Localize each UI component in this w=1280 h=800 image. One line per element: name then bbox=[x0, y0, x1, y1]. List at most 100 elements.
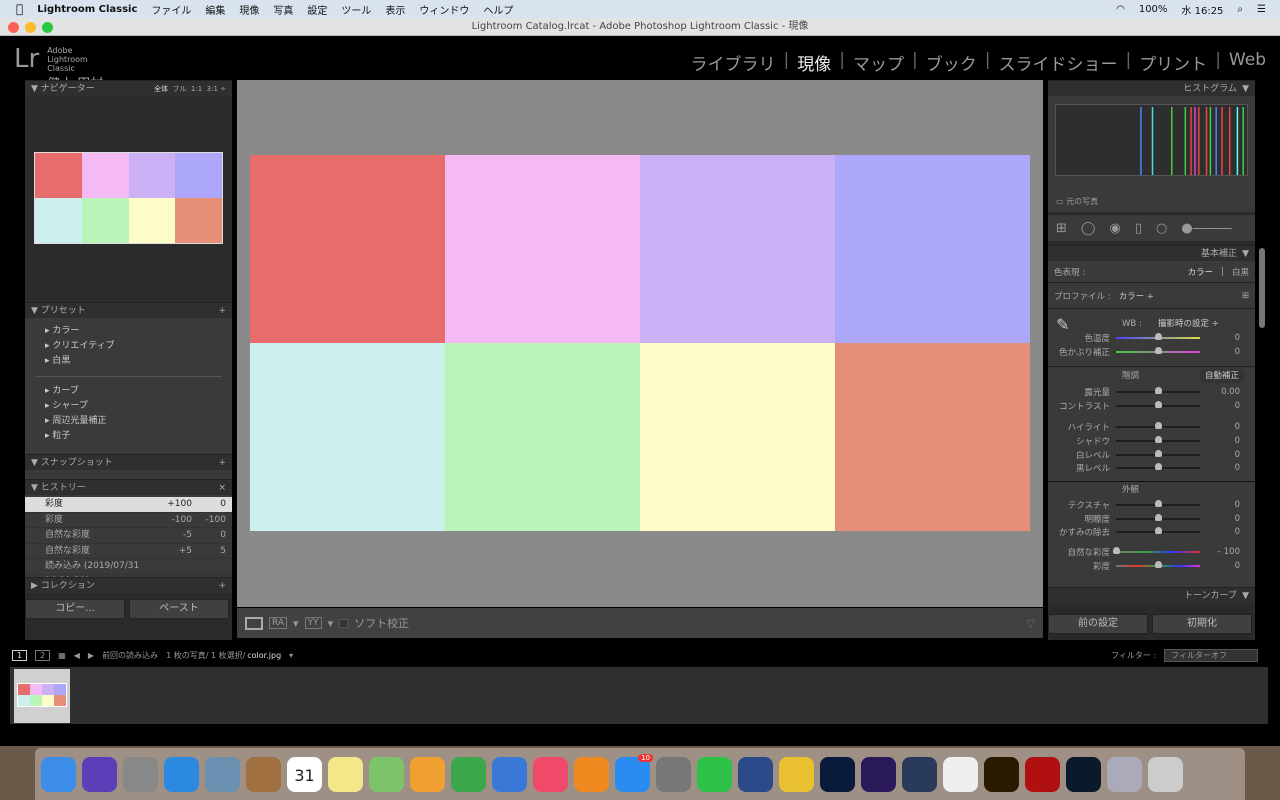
module-slideshow[interactable]: スライドショー bbox=[994, 50, 1121, 75]
image-capture-icon[interactable] bbox=[1107, 756, 1142, 792]
textedit-icon[interactable] bbox=[943, 756, 978, 792]
menu-window[interactable]: ウィンドウ bbox=[419, 2, 469, 17]
paste-button[interactable]: ペースト bbox=[129, 599, 229, 619]
slider-track[interactable] bbox=[1116, 527, 1200, 535]
battery-level[interactable]: 100% bbox=[1139, 4, 1168, 15]
slider-value[interactable]: 0 bbox=[1200, 500, 1240, 510]
slider-track[interactable] bbox=[1116, 400, 1200, 408]
before-after-tb-button[interactable]: YY bbox=[304, 617, 322, 629]
profile-browser-icon[interactable]: ⊞ bbox=[1242, 291, 1249, 301]
quicktime-icon[interactable] bbox=[738, 756, 773, 792]
slider-presence-2[interactable]: かすみの除去 0 bbox=[1048, 526, 1255, 540]
preview-icon[interactable] bbox=[205, 756, 240, 792]
slider-tone-1[interactable]: コントラスト 0 bbox=[1048, 399, 1255, 413]
menu-app[interactable]: Lightroom Classic bbox=[37, 4, 137, 15]
system-preferences-icon[interactable] bbox=[656, 756, 691, 792]
line-icon[interactable] bbox=[697, 756, 732, 792]
books-icon[interactable] bbox=[574, 756, 609, 792]
slider-handle[interactable] bbox=[1155, 513, 1162, 521]
slider-presence-0[interactable]: テクスチャ 0 bbox=[1048, 498, 1255, 512]
menu-settings[interactable]: 設定 bbox=[307, 2, 327, 17]
slider-color-0[interactable]: 自然な彩度 – 100 bbox=[1048, 545, 1255, 559]
pages-icon[interactable] bbox=[410, 756, 445, 792]
notes-icon[interactable] bbox=[328, 756, 363, 792]
slider-wb-1[interactable]: 色かぶり補正 0 bbox=[1048, 345, 1255, 359]
module-library[interactable]: ライブラリ bbox=[687, 50, 780, 75]
spot-removal-icon[interactable]: ◯ bbox=[1081, 221, 1096, 236]
photoshop-icon[interactable] bbox=[820, 756, 855, 792]
preset-group[interactable]: ▸ クリエイティブ bbox=[25, 339, 232, 354]
slider-handle[interactable] bbox=[1155, 346, 1162, 354]
history-step[interactable]: 自然な彩度 +5 5 bbox=[25, 544, 232, 559]
add-snapshot-icon[interactable]: + bbox=[218, 455, 226, 471]
chrome-icon[interactable] bbox=[779, 756, 814, 792]
collections-header[interactable]: ▶ コレクション + bbox=[25, 577, 232, 593]
slider-value[interactable]: – 100 bbox=[1200, 547, 1240, 557]
preset-group[interactable]: ▸ シャープ bbox=[25, 399, 232, 414]
notebook-icon[interactable] bbox=[246, 756, 281, 792]
module-web[interactable]: Web bbox=[1225, 50, 1270, 75]
loupe-view-button[interactable] bbox=[245, 616, 263, 630]
slider-handle[interactable] bbox=[1155, 332, 1162, 340]
menu-develop[interactable]: 現像 bbox=[239, 2, 259, 17]
module-map[interactable]: マップ bbox=[849, 50, 908, 75]
premiere-icon[interactable] bbox=[861, 756, 896, 792]
slider-tone2-1[interactable]: シャドウ 0 bbox=[1048, 434, 1255, 448]
histogram[interactable] bbox=[1055, 104, 1248, 176]
calendar-icon[interactable]: 31 bbox=[287, 756, 322, 792]
slider-track[interactable] bbox=[1116, 435, 1200, 443]
slider-track[interactable] bbox=[1116, 449, 1200, 457]
slider-tone2-0[interactable]: ハイライト 0 bbox=[1048, 420, 1255, 434]
numbers-icon[interactable] bbox=[451, 756, 486, 792]
slider-track[interactable] bbox=[1116, 463, 1200, 471]
close-window-button[interactable] bbox=[8, 22, 19, 33]
wifi-icon[interactable]: ◠ bbox=[1116, 4, 1125, 15]
zoom-fit[interactable]: 全体 bbox=[154, 85, 168, 93]
slider-handle[interactable] bbox=[1155, 422, 1162, 430]
zoom-3-1[interactable]: 3:1 ÷ bbox=[207, 85, 226, 93]
add-collection-icon[interactable]: + bbox=[218, 578, 226, 594]
minimize-window-button[interactable] bbox=[25, 22, 36, 33]
menu-edit[interactable]: 編集 bbox=[205, 2, 225, 17]
previous-settings-button[interactable]: 前の設定 bbox=[1048, 614, 1148, 634]
show-original-toggle[interactable]: ▭ 元の写真 bbox=[1056, 196, 1098, 207]
finder-icon[interactable] bbox=[41, 756, 76, 792]
preset-group[interactable]: ▸ カラー bbox=[25, 324, 232, 339]
slider-value[interactable]: 0 bbox=[1200, 463, 1240, 473]
music-icon[interactable] bbox=[533, 756, 568, 792]
slider-color-1[interactable]: 彩度 0 bbox=[1048, 559, 1255, 573]
presets-header[interactable]: ▼ プリセット + bbox=[25, 302, 232, 318]
slider-tone2-3[interactable]: 黒レベル 0 bbox=[1048, 461, 1255, 475]
basic-header[interactable]: 基本補正 ▼ bbox=[1048, 245, 1255, 261]
history-step[interactable]: 自然な彩度 -5 0 bbox=[25, 528, 232, 544]
histogram-header[interactable]: ヒストグラム ▼ bbox=[1048, 80, 1255, 96]
app-store-icon[interactable]: 10 bbox=[615, 753, 653, 792]
slider-handle[interactable] bbox=[1155, 527, 1162, 535]
preset-group[interactable]: ▸ 周辺光量補正 bbox=[25, 414, 232, 429]
notification-center-icon[interactable]: ☰ bbox=[1257, 4, 1266, 15]
slider-value[interactable]: 0 bbox=[1200, 333, 1240, 343]
reset-button[interactable]: 初期化 bbox=[1152, 614, 1252, 634]
slider-track[interactable] bbox=[1116, 332, 1200, 340]
slider-track[interactable] bbox=[1116, 346, 1200, 354]
soft-proof-checkbox[interactable] bbox=[339, 618, 349, 628]
module-print[interactable]: プリント bbox=[1135, 50, 1211, 75]
slider-value[interactable]: 0 bbox=[1200, 514, 1240, 524]
slider-value[interactable]: 0 bbox=[1200, 450, 1240, 460]
snapshots-header[interactable]: ▼ スナップショット + bbox=[25, 454, 232, 470]
history-step[interactable]: 彩度 +100 0 bbox=[25, 497, 232, 513]
treatment-bw[interactable]: 白黒 bbox=[1232, 266, 1249, 278]
slider-track[interactable] bbox=[1116, 499, 1200, 507]
slider-value[interactable]: 0 bbox=[1200, 436, 1240, 446]
slider-handle[interactable] bbox=[1155, 400, 1162, 408]
clear-history-icon[interactable]: × bbox=[218, 480, 226, 496]
menu-photo[interactable]: 写真 bbox=[273, 2, 293, 17]
trash-icon[interactable] bbox=[1148, 756, 1183, 792]
slider-tone2-2[interactable]: 白レベル 0 bbox=[1048, 448, 1255, 462]
module-develop[interactable]: 現像 bbox=[793, 50, 835, 75]
slider-track[interactable] bbox=[1116, 560, 1200, 568]
profile-select[interactable]: カラー ÷ bbox=[1119, 290, 1242, 302]
before-after-lr-button[interactable]: RA bbox=[269, 617, 288, 629]
zoom-1-1[interactable]: 1:1 bbox=[191, 85, 202, 93]
clock[interactable]: 水 16:25 bbox=[1181, 2, 1223, 17]
